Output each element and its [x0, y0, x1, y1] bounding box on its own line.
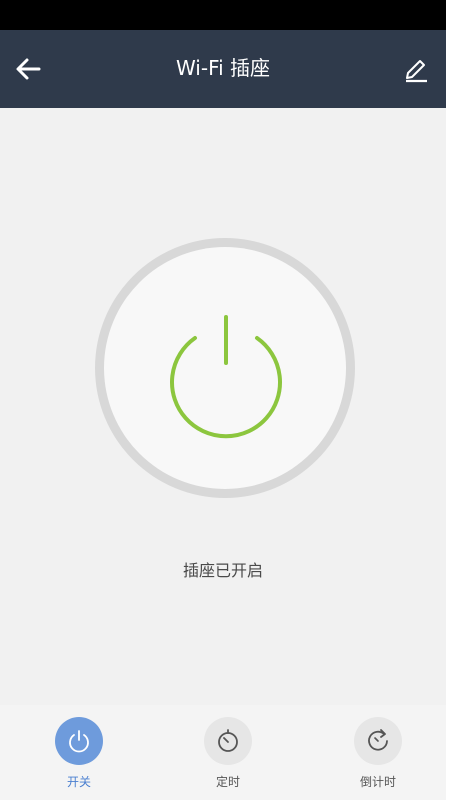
power-status-text: 插座已开启: [182, 561, 263, 580]
status-bar: [0, 0, 446, 30]
app-header: Wi-Fi 插座: [0, 30, 446, 108]
nav-timer-circle: [204, 717, 252, 765]
nav-label-timer: 定时: [215, 775, 240, 789]
nav-switch-circle: [55, 717, 103, 765]
nav-item-timer[interactable]: 定时: [178, 705, 278, 800]
timer-icon: [218, 729, 238, 752]
nav-countdown-circle: [354, 717, 402, 765]
power-icon: [69, 730, 89, 753]
power-button-ring: [95, 238, 355, 498]
nav-item-countdown[interactable]: 倒计时: [328, 705, 428, 800]
pencil-icon: [406, 60, 427, 83]
bottom-nav: 开关 定时 倒计时: [0, 705, 446, 800]
nav-item-switch[interactable]: 开关: [29, 705, 129, 800]
nav-label-countdown: 倒计时: [359, 775, 396, 789]
countdown-icon: [368, 729, 388, 751]
screen-edge: [446, 0, 450, 800]
edit-button[interactable]: [400, 52, 432, 84]
power-toggle-button[interactable]: [104, 247, 346, 489]
power-icon: [170, 315, 282, 439]
nav-label-switch: 开关: [66, 775, 91, 789]
page-title: Wi-Fi 插座: [175, 56, 271, 80]
